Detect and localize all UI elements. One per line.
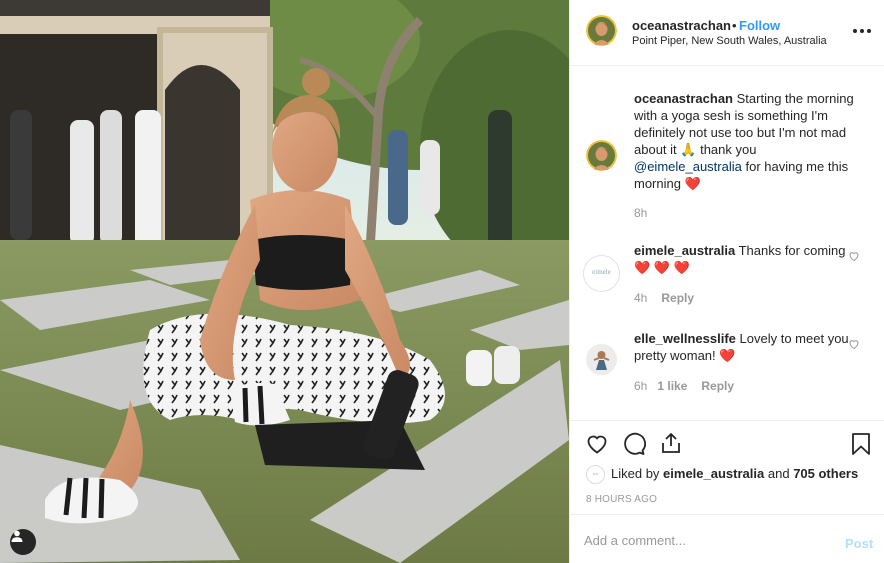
avatar-image [586,15,617,46]
comment-item: eimele eimele_australia Thanks for comin… [570,240,884,310]
avatar[interactable]: eimele [583,255,620,292]
comment-meta: 4h Reply [634,291,694,305]
hearts-emoji: ❤️ ❤️ ❤️ [634,260,690,275]
likes-avatar[interactable]: •••• [586,465,605,484]
bookmark-icon[interactable] [850,432,872,456]
likes-avatar-logo: •••• [592,471,599,476]
comment-text: eimele_australia Thanks for coming ❤️ ❤️… [634,242,864,276]
praying-hands-emoji: 🙏 [680,142,697,157]
more-icon[interactable] [853,23,873,39]
follow-button[interactable]: Follow [739,18,780,33]
share-icon[interactable] [659,431,683,455]
comment-username[interactable]: eimele_australia [634,243,735,258]
add-comment-bar: Post [570,514,884,563]
avatar-logo-text: eimele [592,268,611,276]
comment-likes[interactable]: 1 like [657,379,687,393]
avatar[interactable] [586,344,617,375]
post-header: oceanastrachan • Follow Point Piper, New… [570,0,884,66]
location-link[interactable]: Point Piper, New South Wales, Australia [632,35,827,47]
comment-username[interactable]: elle_wellnesslife [634,331,736,346]
comment-meta: 6h 1 like Reply [634,379,734,393]
comment-text: elle_wellnesslife Lovely to meet you pre… [634,330,864,364]
comment-icon[interactable] [622,432,646,456]
post-side-panel: oceanastrachan • Follow Point Piper, New… [569,0,884,563]
photo-illustration [0,0,569,563]
mention-link[interactable]: @eimele_australia [634,159,742,174]
heart-emoji: ❤️ [719,348,736,363]
avatar-image [586,140,617,171]
post-actions: •••• Liked by eimele_australia and 705 o… [570,420,884,514]
reply-button[interactable]: Reply [661,291,694,305]
likes-prefix: Liked by [611,466,660,481]
comment-body: Thanks for coming [738,243,846,258]
avatar-image [586,344,617,375]
caption-timestamp[interactable]: 8h [634,206,647,220]
small-heart-icon[interactable] [848,250,860,262]
caption-time: 8h [634,206,647,220]
caption-text: oceanastrachan Starting the morning with… [634,90,864,192]
header-username[interactable]: oceanastrachan [632,18,731,33]
post-photo[interactable] [0,0,569,563]
likes-user[interactable]: eimele_australia [663,466,764,481]
heart-icon[interactable] [585,432,609,456]
likes-middle: and [767,466,790,481]
comment-time[interactable]: 4h [634,291,647,305]
small-heart-icon[interactable] [848,338,860,350]
caption-body-2: thank you [700,142,757,157]
user-tag-button[interactable] [10,529,36,555]
caption-item: oceanastrachan Starting the morning with… [570,88,884,228]
reply-button[interactable]: Reply [701,379,734,393]
comment-time[interactable]: 6h [634,379,647,393]
heart-emoji: ❤️ [684,176,701,191]
add-comment-input[interactable] [584,530,824,550]
post-timestamp[interactable]: 8 HOURS AGO [586,494,657,505]
comments-list[interactable]: oceanastrachan Starting the morning with… [570,66,884,420]
likes-summary: Liked by eimele_australia and 705 others [611,466,858,481]
header-separator: • [732,18,737,33]
likes-count[interactable]: 705 others [793,466,858,481]
comment-item: elle_wellnesslife Lovely to meet you pre… [570,328,884,398]
avatar[interactable] [586,140,617,171]
caption-username[interactable]: oceanastrachan [634,91,733,106]
user-tag-icon [11,530,23,542]
avatar[interactable] [586,15,617,46]
post-button[interactable]: Post [845,536,873,551]
